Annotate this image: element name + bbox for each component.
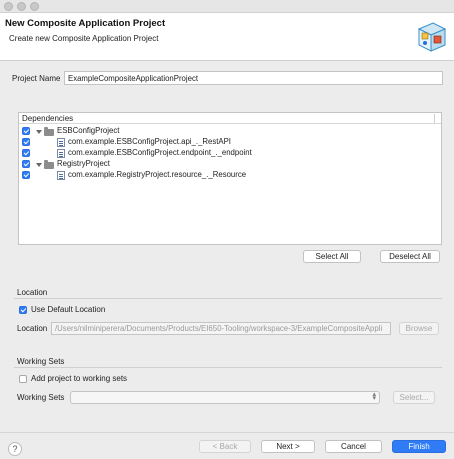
zoom-window-button[interactable] xyxy=(30,2,39,11)
tree-item-label: ESBConfigProject xyxy=(57,126,120,135)
browse-button[interactable]: Browse xyxy=(399,322,439,335)
wizard-header: New Composite Application Project Create… xyxy=(0,13,454,61)
expand-chevron-icon[interactable] xyxy=(36,163,42,167)
select-working-sets-button[interactable]: Select... xyxy=(393,391,435,404)
dependencies-header: Dependencies xyxy=(19,113,441,124)
working-sets-dropdown[interactable]: ▴ ▾ xyxy=(70,391,380,404)
tree-item-label: com.example.ESBConfigProject.api_._RestA… xyxy=(68,137,231,146)
use-default-location-checkbox[interactable] xyxy=(19,306,27,314)
tree-item-label: RegistryProject xyxy=(57,159,110,168)
tree-row-restapi[interactable]: com.example.ESBConfigProject.api_._RestA… xyxy=(19,137,441,148)
back-button[interactable]: < Back xyxy=(199,440,251,453)
add-to-working-sets-checkbox[interactable] xyxy=(19,375,27,383)
tree-row-esbconfigproject[interactable]: ESBConfigProject xyxy=(19,126,441,137)
registryproject-checkbox[interactable] xyxy=(22,160,30,168)
next-button[interactable]: Next > xyxy=(261,440,315,453)
cancel-button[interactable]: Cancel xyxy=(325,440,382,453)
location-section-label: Location xyxy=(17,288,48,297)
folder-icon xyxy=(44,160,54,169)
wizard-subtitle: Create new Composite Application Project xyxy=(9,34,159,43)
wizard-title: New Composite Application Project xyxy=(5,18,166,29)
working-sets-section-label: Working Sets xyxy=(17,357,65,366)
finish-button[interactable]: Finish xyxy=(392,440,446,453)
endpoint-checkbox[interactable] xyxy=(22,149,30,157)
dependencies-tree[interactable]: Dependencies ESBConfigProject com.exampl… xyxy=(18,112,442,245)
footer-divider xyxy=(0,432,454,433)
tree-row-endpoint[interactable]: com.example.ESBConfigProject.endpoint_._… xyxy=(19,148,441,159)
select-all-button[interactable]: Select All xyxy=(303,250,361,263)
wizard-cube-icon xyxy=(417,22,447,52)
folder-icon xyxy=(44,127,54,136)
tree-item-label: com.example.RegistryProject.resource_._R… xyxy=(68,170,247,179)
minimize-window-button[interactable] xyxy=(17,2,26,11)
help-icon[interactable]: ? xyxy=(8,442,22,456)
window-titlebar xyxy=(0,0,454,13)
working-sets-divider xyxy=(14,367,442,368)
expand-chevron-icon[interactable] xyxy=(36,130,42,134)
use-default-location-label: Use Default Location xyxy=(31,305,106,314)
working-sets-field-label: Working Sets xyxy=(17,393,65,402)
tree-row-resource[interactable]: com.example.RegistryProject.resource_._R… xyxy=(19,170,441,181)
resource-checkbox[interactable] xyxy=(22,171,30,179)
project-name-label: Project Name xyxy=(12,74,61,83)
location-divider xyxy=(14,298,442,299)
deselect-all-button[interactable]: Deselect All xyxy=(380,250,440,263)
restapi-checkbox[interactable] xyxy=(22,138,30,146)
artifact-file-icon xyxy=(57,171,65,180)
artifact-file-icon xyxy=(57,138,65,147)
column-separator xyxy=(434,114,435,123)
dependencies-header-label: Dependencies xyxy=(22,114,74,123)
artifact-file-icon xyxy=(57,149,65,158)
dropdown-arrows-icon: ▴ ▾ xyxy=(372,391,376,402)
location-input[interactable]: /Users/nilminiperera/Documents/Products/… xyxy=(51,322,391,335)
close-window-button[interactable] xyxy=(4,2,13,11)
esbconfigproject-checkbox[interactable] xyxy=(22,127,30,135)
project-name-input[interactable]: ExampleCompositeApplicationProject xyxy=(64,71,443,85)
add-to-working-sets-label: Add project to working sets xyxy=(31,374,128,383)
tree-item-label: com.example.ESBConfigProject.endpoint_._… xyxy=(68,148,252,157)
location-field-label: Location xyxy=(17,324,48,333)
tree-row-registryproject[interactable]: RegistryProject xyxy=(19,159,441,170)
